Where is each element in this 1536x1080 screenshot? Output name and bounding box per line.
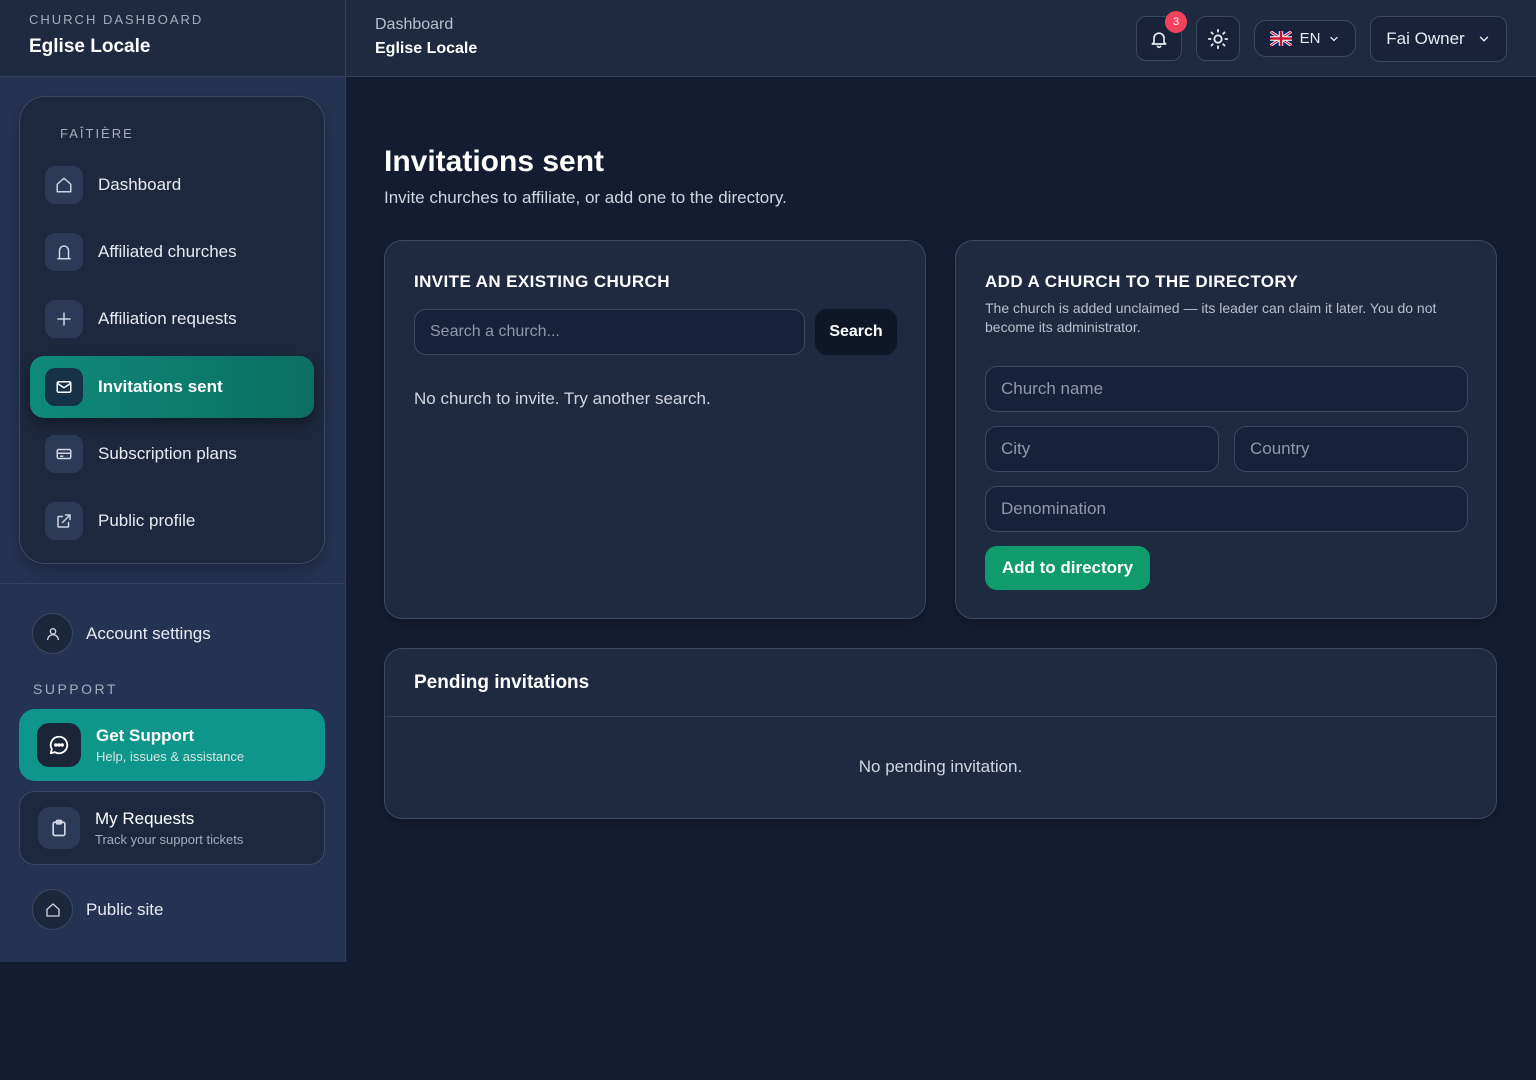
church-search-input[interactable] [414,309,805,355]
add-church-panel: ADD A CHURCH TO THE DIRECTORY The church… [955,240,1497,619]
plus-icon [45,300,83,338]
nav-section-label: FAÎTIÈRE [60,126,134,141]
sidebar-item-label: Invitations sent [98,377,223,396]
sidebar-item-public-profile[interactable]: Public profile [30,490,314,552]
notifications-button[interactable]: 3 [1136,11,1187,61]
account-settings-link[interactable]: Account settings [32,613,211,654]
home-icon [32,889,73,930]
public-site-link[interactable]: Public site [32,889,163,930]
country-field[interactable] [1234,426,1468,472]
add-to-directory-button[interactable]: Add to directory [985,546,1150,590]
sidebar-item-dashboard[interactable]: Dashboard [30,154,314,216]
bell-icon [1149,29,1169,49]
language-code: EN [1299,30,1321,47]
city-field[interactable] [985,426,1219,472]
my-requests-button[interactable]: My Requests Track your support tickets [19,791,325,865]
sidebar-divider [0,583,345,584]
chevron-down-icon [1477,32,1491,46]
user-icon [32,613,73,654]
pending-empty-message: No pending invitation. [858,757,1023,776]
sidebar-item-label: Dashboard [98,175,182,194]
external-link-icon [45,502,83,540]
add-description: The church is added unclaimed — its lead… [985,300,1437,335]
add-heading: ADD A CHURCH TO THE DIRECTORY [985,272,1299,291]
pending-heading: Pending invitations [414,672,590,693]
sidebar-item-affiliated-churches[interactable]: Affiliated churches [30,221,314,283]
church-name-field[interactable] [985,366,1468,412]
support-section-label: SUPPORT [33,681,118,697]
user-menu-button[interactable]: Fai Owner [1370,16,1507,62]
get-support-button[interactable]: Get Support Help, issues & assistance [19,709,325,781]
user-name: Fai Owner [1386,29,1465,48]
get-support-subtitle: Help, issues & assistance [96,749,245,764]
sidebar-item-subscription-plans[interactable]: Subscription plans [30,423,314,485]
topbar-title: Eglise Locale [375,40,478,57]
notification-badge: 3 [1165,11,1187,33]
invite-existing-church-panel: INVITE AN EXISTING CHURCH Search No chur… [384,240,926,619]
page-subtitle: Invite churches to affiliate, or add one… [384,188,787,207]
brand-kicker: CHURCH DASHBOARD [29,12,204,27]
clipboard-icon [38,807,80,849]
theme-toggle-button[interactable] [1196,16,1240,61]
mail-icon [45,368,83,406]
search-button[interactable]: Search [815,309,897,355]
my-requests-subtitle: Track your support tickets [95,832,244,847]
brand-name[interactable]: Eglise Locale [29,36,316,58]
account-settings-label: Account settings [86,623,211,643]
invite-heading: INVITE AN EXISTING CHURCH [414,272,670,291]
topbar: Dashboard Eglise Locale 3 EN Fai Owner [346,0,1536,77]
get-support-title: Get Support [96,726,195,745]
church-icon [45,233,83,271]
denomination-field[interactable] [985,486,1468,532]
sun-icon [1207,28,1229,50]
sidebar-item-label: Subscription plans [98,444,237,463]
page-title: Invitations sent [384,145,605,178]
breadcrumb[interactable]: Dashboard [375,16,453,34]
sidebar-item-label: Public profile [98,511,196,530]
sidebar-item-affiliation-requests[interactable]: Affiliation requests [30,288,314,350]
brand: CHURCH DASHBOARD Eglise Locale [0,0,345,77]
my-requests-title: My Requests [95,809,195,828]
uk-flag-icon [1269,31,1292,46]
pending-divider [385,716,1496,717]
sidebar-item-label: Affiliated churches [98,242,237,261]
chat-icon [37,723,81,767]
nav-card: FAÎTIÈRE Dashboard Affiliated churches A… [19,96,325,564]
chevron-down-icon [1328,33,1340,45]
invite-empty-message: No church to invite. Try another search. [414,389,711,408]
pending-invitations-panel: Pending invitations No pending invitatio… [384,648,1497,819]
language-selector[interactable]: EN [1254,20,1356,57]
sidebar-item-label: Affiliation requests [98,309,237,328]
home-icon [45,166,83,204]
sidebar-item-invitations-sent[interactable]: Invitations sent [30,356,314,418]
sidebar: CHURCH DASHBOARD Eglise Locale FAÎTIÈRE … [0,0,346,962]
credit-card-icon [45,435,83,473]
public-site-label: Public site [86,899,164,919]
